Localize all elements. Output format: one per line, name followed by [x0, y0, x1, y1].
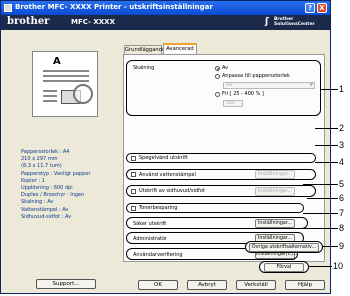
- summary-line: Pappersstorlek : A4: [21, 149, 70, 155]
- other-print-options-button[interactable]: Övriga utskriftsalternativ...: [249, 243, 319, 252]
- default-highlight: Förval: [259, 261, 309, 273]
- reverse-print-group: Spegelvänd utskrift: [126, 153, 316, 163]
- settings-summary: Pappersstorlek : A4 210 x 297 mm (8.3 x …: [21, 149, 106, 221]
- scaling-label: Skalning: [133, 65, 155, 71]
- callout-number: 4: [339, 157, 345, 167]
- paper-size-select[interactable]: A4 ▼: [223, 82, 315, 89]
- preview-text-line: [43, 80, 89, 82]
- callout-line: [307, 198, 338, 199]
- printer-icon: [4, 4, 12, 12]
- advanced-panel: Skalning Av Anpassa till pappersstorlek …: [123, 54, 325, 262]
- watermark-label: Använd vattenstämpel: [139, 172, 196, 178]
- reverse-print-label: Spegelvänd utskrift: [139, 155, 188, 161]
- model-name: MFC- XXXX: [71, 18, 115, 26]
- free-scale-input[interactable]: 100: [223, 100, 243, 107]
- secure-print-settings-button[interactable]: Inställningar...: [255, 219, 295, 228]
- secure-print-label: Säker utskrift: [133, 221, 167, 227]
- callout-number: 10: [333, 261, 344, 271]
- title-bar: Brother MFC- XXXX Printer - utskriftsins…: [1, 1, 330, 15]
- secure-print-group: Säker utskrift Inställningar...: [126, 217, 308, 229]
- header-footer-settings-button[interactable]: Inställningar...: [255, 187, 295, 196]
- preview-text-line: [43, 75, 89, 77]
- help-button[interactable]: Hjälp: [285, 280, 325, 290]
- summary-line: Papperstyp : Vanligt papper: [21, 170, 91, 177]
- preview-letter: A: [53, 56, 61, 67]
- solutions-center-link[interactable]: Brother SolutionsCenter: [274, 17, 329, 27]
- callout-line: [315, 162, 338, 163]
- brother-logo: brother: [7, 16, 50, 27]
- ok-button[interactable]: OK: [138, 280, 178, 290]
- toner-save-label: Tonerbesparing: [139, 205, 178, 211]
- administrator-label: Administratör: [133, 236, 168, 242]
- callout-number: 8: [339, 223, 345, 233]
- summary-line: Sidhuvud-sidfot : Av: [21, 213, 72, 220]
- solutions-center-icon[interactable]: ʃ: [265, 17, 269, 27]
- summary-line: Duplex / Broschyr : Ingen: [21, 192, 85, 199]
- window-title: Brother MFC- XXXX Printer - utskriftsins…: [15, 3, 213, 11]
- header-footer-label: Utskrift av sidhuvud/sidfot: [139, 188, 205, 194]
- solutions-line2: SolutionsCenter: [274, 22, 315, 27]
- callout-line: [297, 228, 338, 229]
- callout-line: [315, 128, 338, 129]
- watermark-checkbox[interactable]: [131, 172, 136, 177]
- callout-line: [303, 213, 338, 214]
- summary-line: (8.3 x 11.7 tum): [21, 163, 62, 170]
- callout-number: 1: [339, 84, 345, 94]
- preview-text-line: [43, 95, 57, 97]
- fit-to-paper-radio[interactable]: [215, 74, 220, 79]
- apply-button[interactable]: Verkställ: [236, 280, 276, 290]
- cancel-button[interactable]: Avbryt: [187, 280, 227, 290]
- preview-text-line: [43, 70, 89, 72]
- toner-save-checkbox[interactable]: [131, 206, 136, 211]
- header-footer-group: Utskrift av sidhuvud/sidfot Inställninga…: [126, 185, 316, 197]
- summary-line: Vattenstämpel : Av: [21, 206, 69, 213]
- magnifier-icon: [73, 84, 93, 104]
- callout-number: 9: [339, 241, 345, 251]
- free-scale-label: Fri [ 25 - 400 % ]: [222, 91, 264, 97]
- callout-number: 6: [339, 193, 345, 203]
- callout-line: [315, 145, 338, 146]
- callout-line: [322, 246, 338, 247]
- scaling-group: Skalning Av Anpassa till pappersstorlek …: [126, 60, 321, 116]
- default-button[interactable]: Förval: [264, 263, 304, 272]
- header-footer-checkbox[interactable]: [131, 189, 136, 194]
- close-button[interactable]: X: [317, 3, 327, 13]
- scaling-off-radio[interactable]: [215, 66, 220, 71]
- paper-size-value: A4: [226, 83, 233, 88]
- scaling-off-label: Av: [222, 65, 229, 71]
- callout-line: [303, 184, 338, 185]
- help-title-button[interactable]: ?: [305, 3, 315, 13]
- preview-text-line: [43, 90, 57, 92]
- fit-to-paper-label: Anpassa till pappersstorlek: [222, 73, 290, 79]
- watermark-settings-button[interactable]: Inställningar...: [255, 170, 295, 179]
- callout-line: [308, 266, 332, 267]
- other-options-highlight: Övriga utskriftsalternativ...: [245, 241, 323, 253]
- callout-number: 7: [339, 208, 345, 218]
- chevron-down-icon: ▼: [309, 83, 313, 88]
- reverse-print-checkbox[interactable]: [131, 156, 136, 161]
- summary-line: Upplösning : 600 dpi: [21, 185, 73, 192]
- brand-bar: brother MFC- XXXX ʃ Brother SolutionsCen…: [1, 15, 330, 30]
- preview-text-line: [43, 100, 57, 102]
- callout-line: [320, 89, 338, 90]
- summary-line: 210 x 297 mm: [21, 156, 58, 163]
- free-scale-radio[interactable]: [215, 92, 220, 97]
- toner-save-group: Tonerbesparing: [126, 203, 304, 213]
- callout-number: 3: [339, 140, 345, 150]
- free-scale-value: 100: [226, 101, 235, 106]
- callout-number: 5: [339, 179, 345, 189]
- support-button[interactable]: Support...: [36, 279, 96, 289]
- user-auth-label: Användarverifiering: [133, 252, 183, 258]
- watermark-group: Använd vattenstämpel Inställningar...: [126, 169, 316, 180]
- summary-line: Skalning : Av: [21, 199, 54, 206]
- callout-number: 2: [339, 123, 345, 133]
- printer-preferences-dialog: Brother MFC- XXXX Printer - utskriftsins…: [0, 0, 331, 294]
- page-preview: A: [32, 51, 98, 117]
- summary-line: Kopior : 1: [21, 177, 45, 184]
